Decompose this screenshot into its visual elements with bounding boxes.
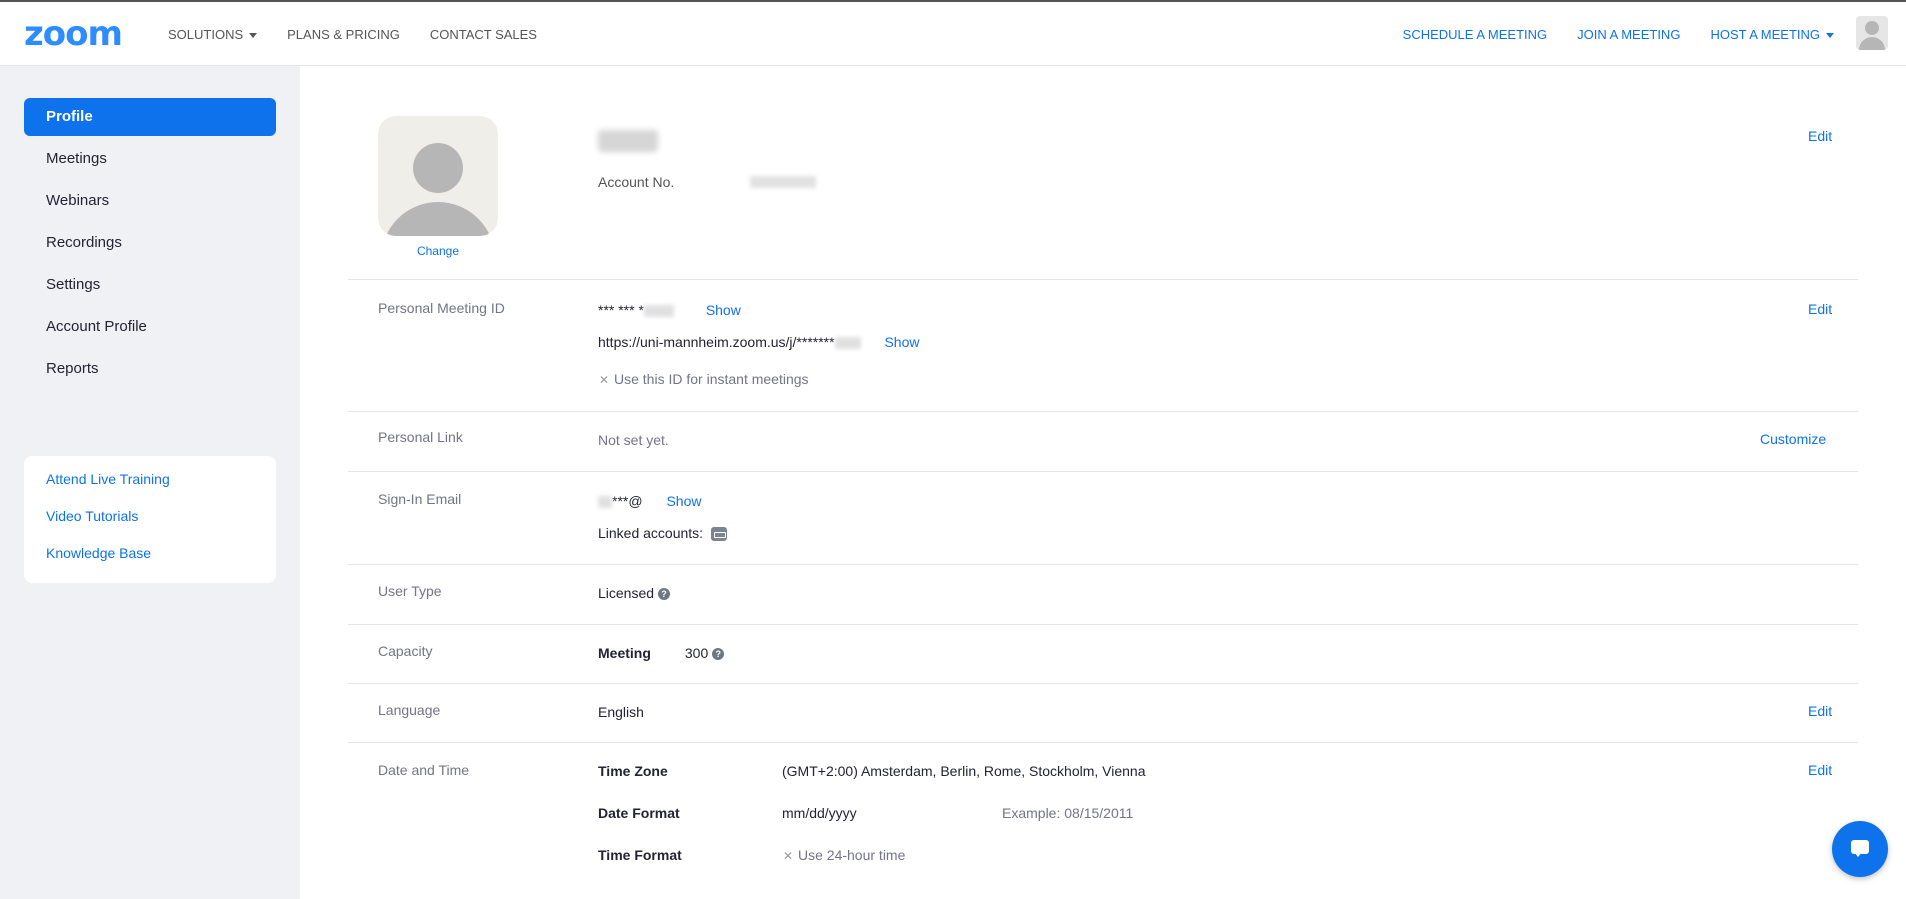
top-navigation: zoom SOLUTIONS PLANS & PRICING CONTACT S… [0, 0, 1906, 66]
personal-link-value: Not set yet. [598, 432, 669, 448]
knowledge-base-link[interactable]: Knowledge Base [24, 542, 276, 579]
user-type-value: Licensed? [598, 585, 671, 601]
nav-contact-sales[interactable]: CONTACT SALES [430, 27, 537, 42]
change-picture-link[interactable]: Change [378, 244, 498, 258]
help-links-box: Attend Live Training Video Tutorials Kno… [24, 456, 276, 583]
chat-button[interactable] [1832, 821, 1888, 877]
sign-in-email-label: Sign-In Email [378, 491, 462, 507]
sidebar: Profile Meetings Webinars Recordings Set… [0, 66, 300, 899]
personal-meeting-id-row: Personal Meeting ID *** *** * Show https… [348, 279, 1858, 411]
sidebar-item-profile[interactable]: Profile [24, 98, 276, 136]
meeting-url-value: https://uni-mannheim.zoom.us/j/******* S… [598, 334, 920, 350]
language-value: English [598, 704, 644, 720]
time-zone-label: Time Zone [598, 763, 668, 779]
time-format-value: ✕ Use 24-hour time [782, 847, 906, 863]
customize-personal-link-button[interactable]: Customize [1760, 431, 1826, 447]
sign-in-email-value: ***@ Show [598, 493, 701, 509]
close-icon: ✕ [782, 849, 794, 863]
help-icon[interactable]: ? [712, 648, 725, 661]
date-time-row: Date and Time Time Zone (GMT+2:00) Amste… [348, 742, 1858, 899]
personal-link-label: Personal Link [378, 429, 463, 445]
primary-nav: SOLUTIONS PLANS & PRICING CONTACT SALES [168, 2, 537, 66]
chevron-down-icon [1826, 32, 1834, 38]
zoom-logo[interactable]: zoom [24, 16, 123, 52]
capacity-label: Capacity [378, 643, 433, 659]
sidebar-item-webinars[interactable]: Webinars [24, 182, 276, 220]
edit-language-button[interactable]: Edit [1808, 703, 1832, 719]
language-row: Language English Edit [348, 683, 1858, 742]
nav-host-meeting[interactable]: HOST A MEETING [1710, 27, 1834, 42]
show-meeting-id-button[interactable]: Show [706, 302, 741, 318]
nav-plans-pricing[interactable]: PLANS & PRICING [287, 27, 400, 42]
edit-meeting-id-button[interactable]: Edit [1808, 301, 1832, 317]
capacity-row: Capacity Meeting 300? [348, 624, 1858, 683]
linked-accounts: Linked accounts: [598, 525, 728, 542]
date-format-example: Example: 08/15/2011 [1002, 805, 1134, 821]
account-no-label: Account No. [598, 174, 675, 190]
personal-meeting-id-value: *** *** * Show [598, 302, 741, 318]
sign-in-email-row: Sign-In Email ***@ Show Linked accounts: [348, 471, 1858, 564]
personal-link-row: Personal Link Not set yet. Customize [348, 411, 1858, 471]
show-meeting-url-button[interactable]: Show [884, 334, 919, 350]
time-zone-value: (GMT+2:00) Amsterdam, Berlin, Rome, Stoc… [782, 763, 1146, 779]
help-icon[interactable]: ? [658, 588, 671, 601]
sidebar-item-recordings[interactable]: Recordings [24, 224, 276, 262]
sidebar-item-account-profile[interactable]: Account Profile [24, 308, 276, 346]
user-avatar[interactable] [1856, 16, 1888, 50]
close-icon: ✕ [598, 373, 610, 387]
secondary-nav: SCHEDULE A MEETING JOIN A MEETING HOST A… [1403, 2, 1834, 66]
date-format-value: mm/dd/yyyy [782, 805, 857, 821]
user-type-row: User Type Licensed? [348, 564, 1858, 624]
sidebar-item-reports[interactable]: Reports [24, 350, 276, 388]
edit-date-time-button[interactable]: Edit [1808, 762, 1832, 778]
display-name-redacted [598, 130, 658, 152]
nav-schedule-meeting[interactable]: SCHEDULE A MEETING [1403, 27, 1547, 42]
profile-main: Change Account No. Edit Personal Meeting… [300, 66, 1906, 899]
sidebar-item-settings[interactable]: Settings [24, 266, 276, 304]
attend-live-training-link[interactable]: Attend Live Training [24, 468, 276, 505]
nav-solutions[interactable]: SOLUTIONS [168, 27, 258, 42]
show-email-button[interactable]: Show [666, 493, 701, 509]
edit-profile-button[interactable]: Edit [1808, 128, 1832, 144]
sso-account-icon [711, 527, 728, 542]
profile-header: Change Account No. Edit [348, 116, 1858, 276]
capacity-value: Meeting 300? [598, 645, 725, 661]
sidebar-menu: Profile Meetings Webinars Recordings Set… [24, 98, 276, 392]
account-no-redacted [750, 176, 816, 188]
time-format-label: Time Format [598, 847, 682, 863]
instant-meeting-option: ✕ Use this ID for instant meetings [598, 371, 809, 387]
user-type-label: User Type [378, 583, 442, 599]
chevron-down-icon [249, 32, 258, 38]
profile-picture [378, 116, 498, 236]
video-tutorials-link[interactable]: Video Tutorials [24, 505, 276, 542]
date-format-label: Date Format [598, 805, 680, 821]
date-time-label: Date and Time [378, 762, 470, 778]
nav-join-meeting[interactable]: JOIN A MEETING [1577, 27, 1680, 42]
sidebar-item-meetings[interactable]: Meetings [24, 140, 276, 178]
personal-meeting-id-label: Personal Meeting ID [378, 300, 505, 316]
language-label: Language [378, 702, 441, 718]
